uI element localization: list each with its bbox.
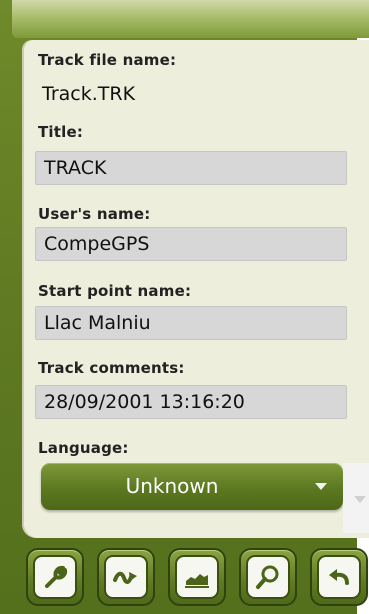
wrench-icon — [45, 565, 68, 588]
track-button[interactable] — [97, 548, 155, 606]
undo-arrow-icon — [329, 569, 349, 585]
track-file-name-value: Track.TRK — [42, 83, 136, 105]
back-button-face — [317, 555, 361, 599]
language-label: Language: — [38, 439, 129, 457]
track-route-icon — [113, 571, 137, 584]
profile-button[interactable] — [168, 548, 226, 606]
back-button[interactable] — [310, 548, 368, 606]
bottom-toolbar — [0, 538, 369, 614]
track-file-name-label: Track file name: — [38, 51, 177, 69]
users-name-label: User's name: — [38, 205, 151, 223]
title-field[interactable]: TRACK — [35, 151, 347, 185]
chevron-down-icon — [315, 483, 327, 490]
search-button[interactable] — [239, 548, 297, 606]
title-bar — [12, 0, 369, 38]
title-label: Title: — [38, 123, 84, 141]
settings-button[interactable] — [26, 548, 84, 606]
start-point-name-label: Start point name: — [38, 282, 192, 300]
language-selected-value: Unknown — [125, 474, 219, 498]
language-dropdown[interactable]: Unknown — [41, 463, 343, 510]
track-comments-field[interactable]: 28/09/2001 13:16:20 — [35, 385, 347, 419]
track-button-face — [104, 555, 148, 599]
profile-button-face — [175, 555, 219, 599]
scroll-down-control[interactable] — [343, 463, 369, 533]
users-name-field[interactable]: CompeGPS — [35, 227, 347, 261]
scroll-down-icon — [354, 496, 366, 503]
settings-button-face — [33, 555, 77, 599]
track-comments-label: Track comments: — [38, 359, 185, 377]
magnifier-icon — [256, 565, 279, 589]
start-point-name-field[interactable]: Llac Malniu — [35, 306, 347, 340]
search-button-face — [246, 555, 290, 599]
elevation-profile-icon — [185, 574, 209, 588]
